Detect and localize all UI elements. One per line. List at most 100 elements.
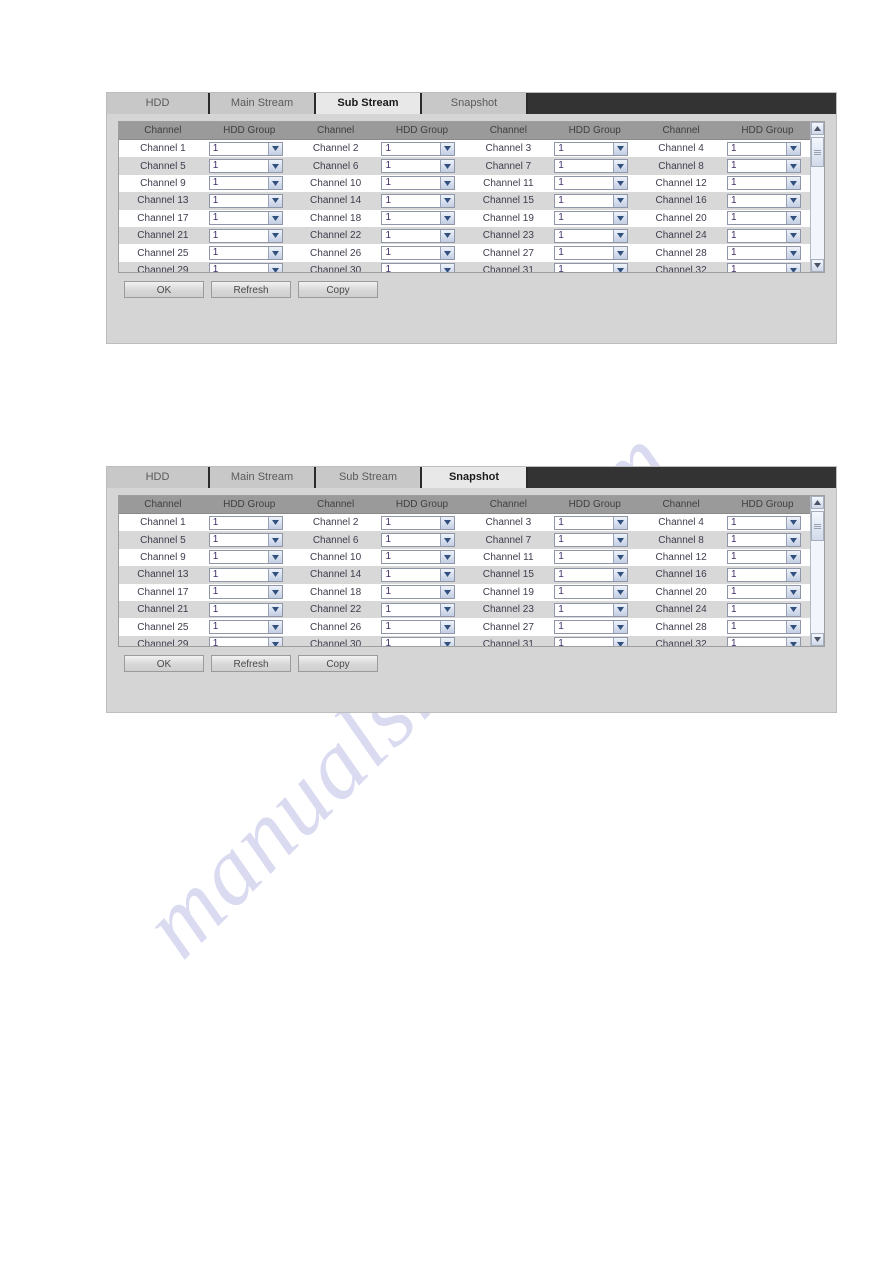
table-vertical-scrollbar[interactable] — [810, 122, 824, 272]
hdd-group-select[interactable]: 1 — [381, 193, 456, 208]
hdd-group-select[interactable]: 1 — [554, 602, 629, 617]
chevron-down-icon[interactable] — [440, 568, 455, 581]
hdd-group-select[interactable]: 1 — [381, 228, 456, 243]
hdd-group-select[interactable]: 1 — [381, 533, 456, 548]
hdd-group-select[interactable]: 1 — [726, 141, 801, 156]
refresh-button[interactable]: Refresh — [211, 281, 291, 298]
hdd-group-select[interactable]: 1 — [726, 159, 801, 174]
tab-snapshot[interactable]: Snapshot — [422, 93, 528, 114]
hdd-group-select[interactable]: 1 — [554, 228, 629, 243]
chevron-down-icon[interactable] — [440, 603, 455, 616]
chevron-down-icon[interactable] — [267, 160, 282, 173]
chevron-down-icon[interactable] — [613, 264, 628, 272]
hdd-group-select[interactable]: 1 — [554, 246, 629, 261]
tab-hdd[interactable]: HDD — [107, 467, 210, 488]
hdd-group-select[interactable]: 1 — [381, 515, 456, 530]
hdd-group-select[interactable]: 1 — [726, 602, 801, 617]
hdd-group-select[interactable]: 1 — [208, 211, 283, 226]
hdd-group-select[interactable]: 1 — [726, 263, 801, 272]
hdd-group-select[interactable]: 1 — [208, 176, 283, 191]
hdd-group-select[interactable]: 1 — [208, 159, 283, 174]
hdd-group-select[interactable]: 1 — [726, 585, 801, 600]
chevron-down-icon[interactable] — [267, 142, 282, 155]
chevron-down-icon[interactable] — [785, 142, 800, 155]
hdd-group-select[interactable]: 1 — [554, 533, 629, 548]
chevron-down-icon[interactable] — [440, 177, 455, 190]
chevron-down-icon[interactable] — [267, 247, 282, 260]
chevron-down-icon[interactable] — [613, 568, 628, 581]
scroll-up-arrow-icon[interactable] — [811, 496, 824, 509]
scroll-track[interactable] — [811, 135, 824, 259]
chevron-down-icon[interactable] — [440, 247, 455, 260]
chevron-down-icon[interactable] — [785, 194, 800, 207]
hdd-group-select[interactable]: 1 — [381, 567, 456, 582]
hdd-group-select[interactable]: 1 — [381, 585, 456, 600]
hdd-group-select[interactable]: 1 — [726, 246, 801, 261]
chevron-down-icon[interactable] — [613, 603, 628, 616]
hdd-group-select[interactable]: 1 — [554, 193, 629, 208]
chevron-down-icon[interactable] — [613, 212, 628, 225]
hdd-group-select[interactable]: 1 — [208, 246, 283, 261]
chevron-down-icon[interactable] — [785, 534, 800, 547]
chevron-down-icon[interactable] — [613, 586, 628, 599]
chevron-down-icon[interactable] — [440, 516, 455, 529]
chevron-down-icon[interactable] — [440, 638, 455, 646]
hdd-group-select[interactable]: 1 — [726, 533, 801, 548]
hdd-group-select[interactable]: 1 — [208, 141, 283, 156]
chevron-down-icon[interactable] — [785, 247, 800, 260]
hdd-group-select[interactable]: 1 — [726, 515, 801, 530]
hdd-group-select[interactable]: 1 — [208, 550, 283, 565]
hdd-group-select[interactable]: 1 — [381, 141, 456, 156]
chevron-down-icon[interactable] — [440, 551, 455, 564]
chevron-down-icon[interactable] — [613, 247, 628, 260]
chevron-down-icon[interactable] — [267, 194, 282, 207]
chevron-down-icon[interactable] — [785, 638, 800, 646]
hdd-group-select[interactable]: 1 — [554, 211, 629, 226]
chevron-down-icon[interactable] — [440, 264, 455, 272]
hdd-group-select[interactable]: 1 — [208, 637, 283, 646]
table-vertical-scrollbar[interactable] — [810, 496, 824, 646]
hdd-group-select[interactable]: 1 — [381, 602, 456, 617]
hdd-group-select[interactable]: 1 — [208, 533, 283, 548]
chevron-down-icon[interactable] — [785, 177, 800, 190]
chevron-down-icon[interactable] — [440, 160, 455, 173]
hdd-group-select[interactable]: 1 — [208, 585, 283, 600]
hdd-group-select[interactable]: 1 — [381, 620, 456, 635]
chevron-down-icon[interactable] — [785, 551, 800, 564]
chevron-down-icon[interactable] — [613, 551, 628, 564]
chevron-down-icon[interactable] — [440, 229, 455, 242]
chevron-down-icon[interactable] — [785, 621, 800, 634]
chevron-down-icon[interactable] — [267, 603, 282, 616]
chevron-down-icon[interactable] — [267, 621, 282, 634]
chevron-down-icon[interactable] — [785, 568, 800, 581]
scroll-up-arrow-icon[interactable] — [811, 122, 824, 135]
chevron-down-icon[interactable] — [440, 534, 455, 547]
chevron-down-icon[interactable] — [267, 534, 282, 547]
chevron-down-icon[interactable] — [785, 264, 800, 272]
tab-snapshot[interactable]: Snapshot — [422, 467, 528, 488]
chevron-down-icon[interactable] — [440, 621, 455, 634]
chevron-down-icon[interactable] — [785, 603, 800, 616]
hdd-group-select[interactable]: 1 — [554, 263, 629, 272]
hdd-group-select[interactable]: 1 — [381, 637, 456, 646]
chevron-down-icon[interactable] — [440, 194, 455, 207]
chevron-down-icon[interactable] — [440, 212, 455, 225]
chevron-down-icon[interactable] — [267, 586, 282, 599]
tab-hdd[interactable]: HDD — [107, 93, 210, 114]
hdd-group-select[interactable]: 1 — [554, 176, 629, 191]
tab-main-stream[interactable]: Main Stream — [210, 467, 316, 488]
chevron-down-icon[interactable] — [267, 229, 282, 242]
hdd-group-select[interactable]: 1 — [554, 585, 629, 600]
tab-sub-stream[interactable]: Sub Stream — [316, 93, 422, 114]
hdd-group-select[interactable]: 1 — [381, 246, 456, 261]
chevron-down-icon[interactable] — [440, 142, 455, 155]
hdd-group-select[interactable]: 1 — [208, 228, 283, 243]
tab-sub-stream[interactable]: Sub Stream — [316, 467, 422, 488]
scroll-down-arrow-icon[interactable] — [811, 633, 824, 646]
chevron-down-icon[interactable] — [613, 160, 628, 173]
hdd-group-select[interactable]: 1 — [554, 550, 629, 565]
hdd-group-select[interactable]: 1 — [726, 211, 801, 226]
hdd-group-select[interactable]: 1 — [381, 263, 456, 272]
hdd-group-select[interactable]: 1 — [726, 228, 801, 243]
hdd-group-select[interactable]: 1 — [726, 176, 801, 191]
